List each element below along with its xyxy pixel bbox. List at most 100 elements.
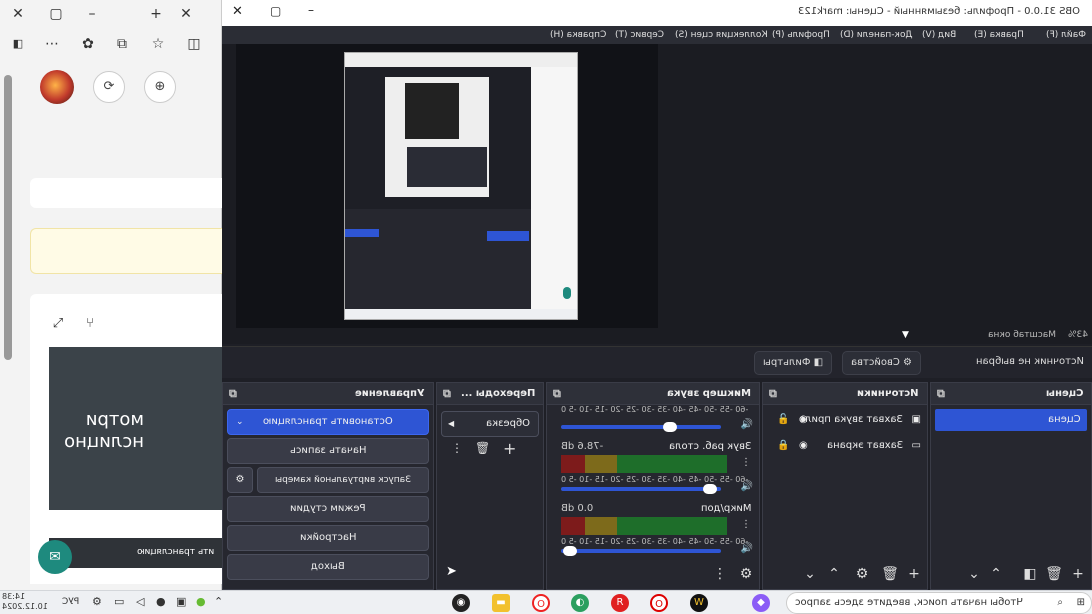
opera-icon[interactable]: O	[532, 594, 550, 612]
undock-icon[interactable]: ⧉	[769, 387, 777, 401]
scrollbar[interactable]	[4, 75, 12, 360]
volume-knob[interactable]	[663, 422, 677, 432]
stream-button[interactable]: ить трансляцию	[49, 538, 222, 568]
collections-icon[interactable]: ⧉	[112, 34, 132, 54]
avatar[interactable]	[40, 70, 74, 104]
eye-icon[interactable]: ◉	[799, 435, 808, 457]
minimize-icon[interactable]: –	[308, 3, 314, 17]
channel-menu-icon[interactable]: ⋮	[741, 457, 751, 468]
virtual-cam-settings-icon[interactable]: ⚙	[227, 467, 253, 493]
channel-menu-icon[interactable]: ⋮	[741, 519, 751, 530]
taskbar-search[interactable]: Чтобы начать поиск, введите здесь запрос…	[786, 592, 1092, 614]
app-icon[interactable]: ◆	[752, 594, 770, 612]
add-source-icon[interactable]: +	[905, 565, 923, 583]
expand-icon[interactable]: ⤢	[48, 314, 68, 334]
speaker-icon[interactable]: 🔊	[741, 543, 753, 554]
eye-icon[interactable]: ◉	[799, 409, 808, 431]
maximize-icon[interactable]: ▢	[270, 4, 281, 18]
language-indicator[interactable]: РУС	[62, 597, 79, 607]
volume-icon[interactable]: ◁	[136, 595, 144, 608]
extensions-icon[interactable]: ✿	[78, 34, 98, 54]
mixer-menu-icon[interactable]: ⋮	[711, 565, 729, 583]
source-properties-icon[interactable]: ⚙	[853, 565, 871, 583]
start-record-button[interactable]: Начать запись	[227, 438, 429, 464]
add-transition-icon[interactable]: +	[503, 439, 516, 458]
new-tab-icon[interactable]: +	[146, 4, 166, 24]
menu-profile[interactable]: Профиль (P)	[772, 30, 830, 40]
chevron-down-icon[interactable]: ⌄	[236, 410, 244, 434]
sidebar-toggle-icon[interactable]: ◧	[8, 34, 28, 54]
zoom-label[interactable]: Масштаб окна	[988, 330, 1056, 340]
add-icon[interactable]: ⊕	[144, 71, 176, 103]
stop-stream-button[interactable]: Остановить трансляцию ⌄	[227, 409, 429, 435]
chat-icon[interactable]: ✉	[38, 540, 72, 574]
move-up-icon[interactable]: ⌃	[825, 565, 843, 583]
mic-icon[interactable]: ●	[156, 595, 166, 608]
r-app-icon[interactable]: R	[611, 594, 629, 612]
mixer-settings-icon[interactable]: ⚙	[737, 565, 755, 583]
close-icon[interactable]: ✕	[176, 4, 196, 24]
winamp-icon[interactable]: W	[690, 594, 708, 612]
display-icon[interactable]: ▣	[176, 595, 186, 608]
app-tray-icon[interactable]: ●	[196, 595, 206, 608]
windows-icon[interactable]: ⊞	[1077, 593, 1085, 613]
exit-button[interactable]: Выход	[227, 554, 429, 580]
obs-taskbar-icon[interactable]: ◉	[452, 594, 470, 612]
undock-icon[interactable]: ⧉	[553, 387, 561, 401]
menu-scene-collection[interactable]: Коллекция сцен (S)	[675, 30, 768, 40]
more-icon[interactable]: ⋯	[42, 34, 62, 54]
speaker-icon[interactable]: 🔊	[741, 481, 753, 492]
close-icon[interactable]: ✕	[232, 4, 243, 19]
move-up-icon[interactable]: ⌃	[987, 565, 1005, 583]
transition-menu-icon[interactable]: ⋮	[451, 441, 463, 455]
menu-help[interactable]: Справка (H)	[550, 30, 606, 40]
menu-file[interactable]: Файл (F)	[1046, 30, 1086, 40]
undock-icon[interactable]: ⧉	[443, 387, 451, 401]
clock-time[interactable]: 14:38	[2, 592, 25, 602]
source-item[interactable]: Захват звука прило ▣ ◉ 🔓	[767, 409, 923, 431]
volume-slider[interactable]	[561, 487, 721, 491]
settings-button[interactable]: Настройки	[227, 525, 429, 551]
filters-button[interactable]: Фильтры ◧	[754, 351, 833, 375]
volume-knob[interactable]	[563, 546, 577, 556]
reader-icon[interactable]: ◫	[184, 34, 204, 54]
transition-select[interactable]: Обрезка ◀	[441, 411, 539, 437]
speaker-icon[interactable]: 🔊	[741, 419, 753, 430]
undock-icon[interactable]: ⧉	[229, 387, 237, 401]
studio-mode-button[interactable]: Режим студии	[227, 496, 429, 522]
network-icon[interactable]: ⚙	[92, 595, 102, 608]
file-explorer-icon[interactable]: ▬	[492, 594, 510, 612]
virtual-cam-button[interactable]: Запуск виртуальной камеры	[257, 467, 429, 493]
volume-knob[interactable]	[703, 484, 717, 494]
clock-date[interactable]: 10.12.2024	[2, 602, 48, 612]
tray-chevron-icon[interactable]: ⌃	[214, 595, 223, 608]
close-tab-icon[interactable]: ✕	[8, 4, 28, 24]
lock-icon[interactable]: 🔒	[777, 435, 789, 457]
minimize-icon[interactable]: –	[82, 4, 102, 24]
remove-source-icon[interactable]: 🗑	[881, 565, 899, 583]
opera-gx-icon[interactable]: O	[650, 594, 668, 612]
lock-icon[interactable]: 🔓	[777, 409, 789, 431]
share-icon[interactable]: ⑂	[80, 314, 100, 334]
scene-filters-icon[interactable]: ◧	[1021, 565, 1039, 583]
menu-tools[interactable]: Сервис (T)	[615, 30, 664, 40]
battery-icon[interactable]: ▭	[114, 595, 124, 608]
preview-canvas[interactable]	[236, 44, 658, 328]
undock-icon[interactable]: ⧉	[937, 387, 945, 401]
restore-icon[interactable]: ▢	[46, 4, 66, 24]
move-down-icon[interactable]: ⌄	[801, 565, 819, 583]
remove-scene-icon[interactable]: 🗑	[1045, 565, 1063, 583]
edge-icon[interactable]: ◐	[571, 594, 589, 612]
scene-item[interactable]: Сцена	[935, 409, 1087, 431]
add-scene-icon[interactable]: +	[1069, 565, 1087, 583]
menu-docks[interactable]: Док-панели (D)	[840, 30, 912, 40]
menu-edit[interactable]: Правка (E)	[974, 30, 1024, 40]
properties-button[interactable]: Свойства ⚙	[842, 351, 921, 375]
notification-icon[interactable]: ⟳	[93, 71, 125, 103]
move-down-icon[interactable]: ⌄	[965, 565, 983, 583]
source-item[interactable]: Захват экрана ▭ ◉ 🔒	[767, 435, 923, 457]
volume-slider[interactable]	[561, 425, 721, 429]
menu-view[interactable]: Вид (V)	[922, 30, 956, 40]
volume-slider[interactable]	[561, 549, 721, 553]
favorites-icon[interactable]: ☆	[148, 34, 168, 54]
